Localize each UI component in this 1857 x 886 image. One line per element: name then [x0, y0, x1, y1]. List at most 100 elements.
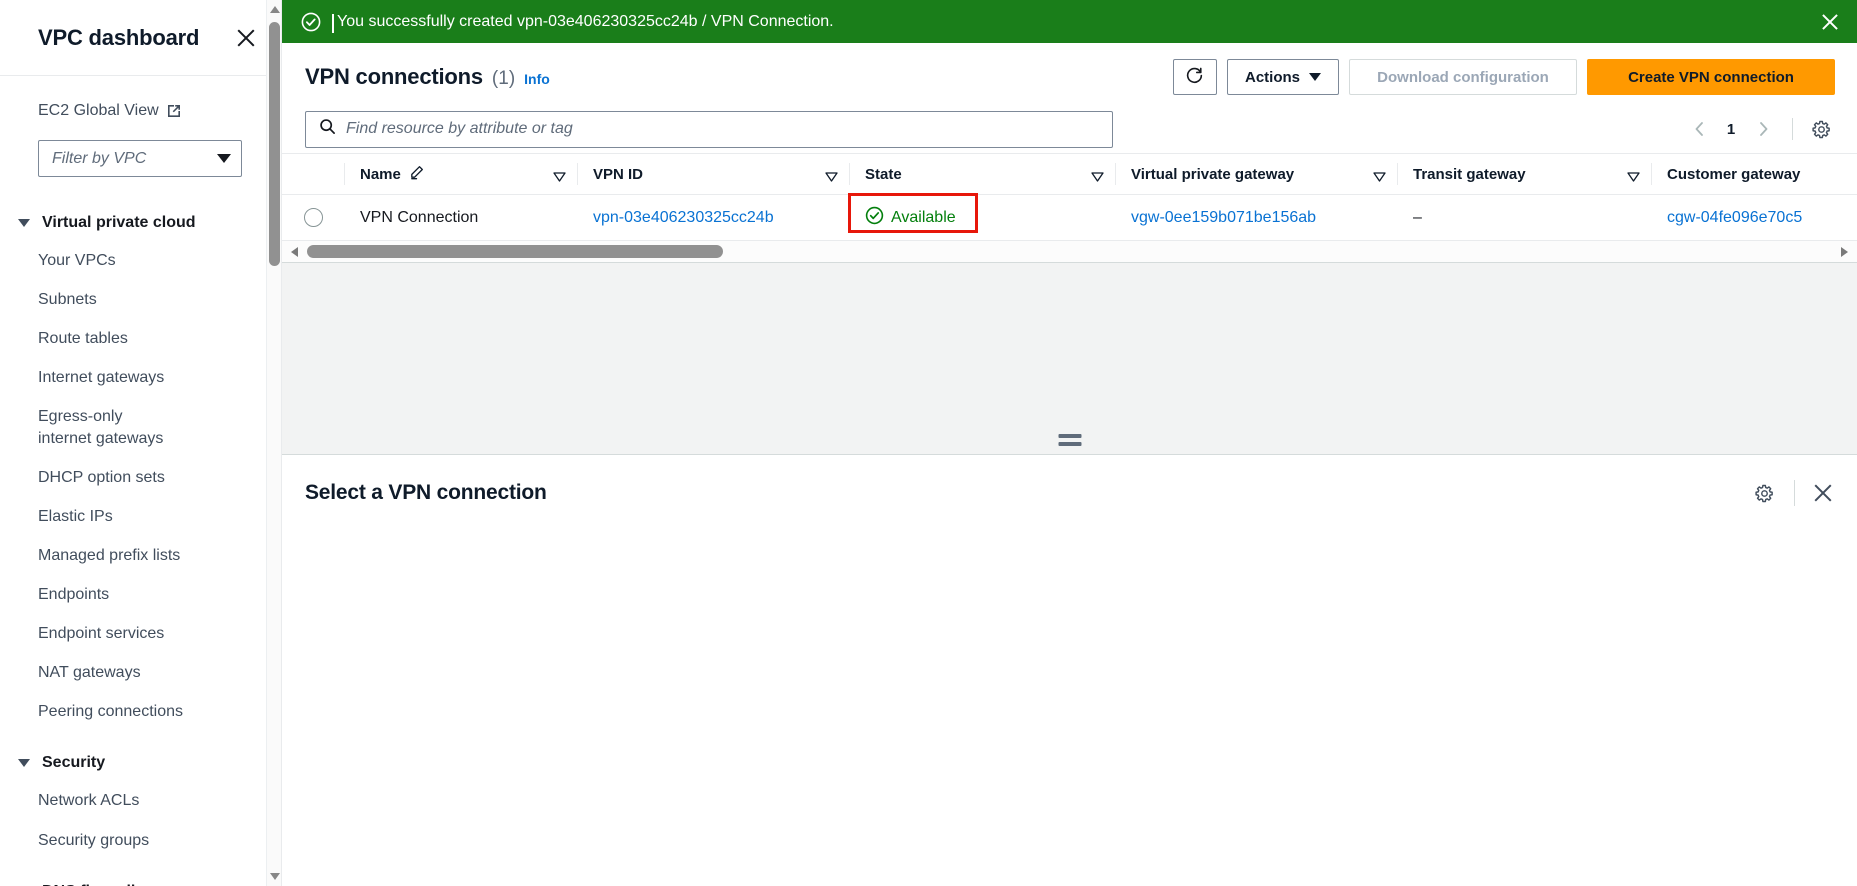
chevron-down-icon: [1309, 73, 1321, 81]
details-panel-divider: [1794, 480, 1795, 506]
sidebar-item-internet-gateways[interactable]: Internet gateways: [0, 358, 281, 397]
table-horizontal-scrollbar-thumb[interactable]: [307, 245, 723, 258]
refresh-button[interactable]: [1172, 59, 1217, 95]
table-header-select-cell: [282, 154, 344, 194]
notification-close-icon[interactable]: [1819, 11, 1841, 33]
table-container: VPN connections (1) Info Actions Downloa…: [282, 43, 1857, 507]
table-count: (1): [491, 68, 516, 89]
sidebar-item-route-tables[interactable]: Route tables: [0, 319, 281, 358]
vpc-filter-select[interactable]: Filter by VPC: [38, 140, 242, 177]
sidebar-close-icon[interactable]: [233, 25, 259, 51]
sidebar-item-elastic-ips[interactable]: Elastic IPs: [0, 497, 281, 536]
details-panel-header: Select a VPN connection: [282, 455, 1857, 507]
column-header-customer-gateway-label: Customer gateway: [1667, 165, 1801, 183]
cell-transit-gateway: –: [1413, 208, 1422, 226]
cell-vpn-id: vpn-03e406230325cc24b: [577, 195, 849, 240]
sidebar-body: EC2 Global View Filter by VPC Virtual pr…: [0, 76, 281, 886]
sidebar-item-endpoints[interactable]: Endpoints: [0, 575, 281, 614]
sidebar: VPC dashboard EC2 Global View Filter by …: [0, 0, 282, 886]
sidebar-item-your-vpcs[interactable]: Your VPCs: [0, 241, 281, 280]
scroll-up-arrow-icon[interactable]: [270, 6, 280, 13]
sidebar-scrollbar[interactable]: [266, 0, 281, 886]
table-action-buttons: Actions Download configuration Create VP…: [1172, 59, 1835, 95]
table-filter-row: Find resource by attribute or tag 1: [282, 105, 1857, 153]
cell-customer-gateway: cgw-04fe096e70c5: [1651, 195, 1857, 240]
sort-icon[interactable]: [1373, 169, 1386, 182]
scroll-right-arrow-icon[interactable]: [1841, 247, 1848, 257]
sidebar-item-subnets[interactable]: Subnets: [0, 280, 281, 319]
search-placeholder: Find resource by attribute or tag: [346, 120, 573, 137]
sidebar-group-dns-firewall[interactable]: DNS firewall: [0, 874, 281, 886]
vpn-id-link[interactable]: vpn-03e406230325cc24b: [593, 209, 774, 227]
pagination-prev-button[interactable]: [1684, 114, 1714, 144]
sidebar-item-managed-prefix-lists[interactable]: Managed prefix lists: [0, 536, 281, 575]
sort-icon[interactable]: [1627, 169, 1640, 182]
actions-dropdown-button[interactable]: Actions: [1226, 59, 1339, 95]
virtual-private-gateway-link[interactable]: vgw-0ee159b071be156ab: [1131, 209, 1316, 227]
table-horizontal-scrollbar[interactable]: [282, 241, 1857, 263]
column-header-transit-gateway[interactable]: Transit gateway: [1397, 154, 1651, 194]
sidebar-group-label: Security: [42, 754, 106, 772]
refresh-icon: [1185, 66, 1204, 89]
customer-gateway-link[interactable]: cgw-04fe096e70c5: [1667, 209, 1802, 227]
chevron-down-icon: [18, 219, 30, 227]
column-header-state[interactable]: State: [849, 154, 1115, 194]
search-icon: [319, 118, 336, 140]
pagination: 1: [1684, 114, 1835, 144]
scroll-down-arrow-icon[interactable]: [270, 873, 280, 880]
details-panel-close-icon[interactable]: [1811, 481, 1835, 505]
sidebar-item-endpoint-services[interactable]: Endpoint services: [0, 614, 281, 653]
sort-icon[interactable]: [1091, 169, 1104, 182]
details-panel-gear-icon[interactable]: [1750, 479, 1778, 507]
search-input[interactable]: Find resource by attribute or tag: [305, 110, 1113, 148]
create-vpn-connection-button[interactable]: Create VPN connection: [1587, 59, 1835, 95]
actions-button-label: Actions: [1244, 68, 1300, 86]
details-panel-title: Select a VPN connection: [305, 481, 547, 504]
external-link-icon: [166, 103, 182, 119]
panel-resize-bar[interactable]: [282, 428, 1857, 455]
sidebar-group-label: Virtual private cloud: [42, 214, 196, 231]
sidebar-item-nat-gateways[interactable]: NAT gateways: [0, 653, 281, 692]
sidebar-group-virtual-private-cloud[interactable]: Virtual private cloud: [0, 205, 281, 241]
scroll-left-arrow-icon[interactable]: [291, 247, 298, 257]
pagination-page-1[interactable]: 1: [1718, 121, 1744, 138]
download-configuration-button[interactable]: Download configuration: [1349, 59, 1577, 95]
info-link[interactable]: Info: [524, 71, 550, 87]
sort-icon[interactable]: [825, 169, 838, 182]
success-notification: You successfully created vpn-03e40623032…: [282, 0, 1857, 43]
sidebar-scrollbar-thumb[interactable]: [269, 22, 280, 266]
column-header-virtual-private-gateway[interactable]: Virtual private gateway: [1115, 154, 1397, 194]
status-available-label: Available: [891, 208, 956, 226]
sidebar-item-ec2-global-view[interactable]: EC2 Global View: [0, 102, 281, 120]
sidebar-header: VPC dashboard: [0, 0, 281, 76]
column-header-customer-gateway[interactable]: Customer gateway: [1651, 154, 1857, 194]
column-header-transit-gateway-label: Transit gateway: [1413, 165, 1526, 183]
pagination-next-button[interactable]: [1748, 114, 1778, 144]
sidebar-item-egress-only-internet-gateways[interactable]: Egress-only internet gateways: [0, 397, 190, 457]
sidebar-item-dhcp-option-sets[interactable]: DHCP option sets: [0, 458, 281, 497]
column-header-name[interactable]: Name: [344, 154, 577, 194]
table-row[interactable]: VPN Connection vpn-03e406230325cc24b Ava…: [282, 192, 1857, 241]
cell-name: VPN Connection: [360, 208, 479, 226]
chevron-down-icon: [217, 154, 231, 163]
table-title-block: VPN connections (1) Info: [305, 64, 550, 90]
column-header-vpn-id[interactable]: VPN ID: [577, 154, 849, 194]
resize-handle-icon[interactable]: [1058, 434, 1081, 450]
status-available: Available: [865, 206, 956, 230]
pagination-divider: [1792, 118, 1793, 140]
sidebar-item-peering-connections[interactable]: Peering connections: [0, 692, 281, 731]
column-header-state-label: State: [865, 165, 902, 183]
sidebar-item-network-acls[interactable]: Network ACLs: [0, 781, 281, 820]
sidebar-item-security-groups[interactable]: Security groups: [0, 821, 281, 860]
vpn-connections-table: Name VPN ID State Virtual private gatewa…: [282, 153, 1857, 263]
row-radio-button[interactable]: [303, 208, 323, 227]
main-content: You successfully created vpn-03e40623032…: [282, 0, 1857, 886]
table-preferences-gear-icon[interactable]: [1807, 115, 1835, 143]
create-vpn-connection-label: Create VPN connection: [1628, 68, 1794, 86]
table-toolbar: VPN connections (1) Info Actions Downloa…: [282, 43, 1857, 105]
sidebar-group-security[interactable]: Security: [0, 745, 281, 781]
sort-icon[interactable]: [553, 169, 566, 182]
edit-pencil-icon[interactable]: [409, 165, 424, 184]
success-notification-message: You successfully created vpn-03e40623032…: [332, 13, 1819, 33]
